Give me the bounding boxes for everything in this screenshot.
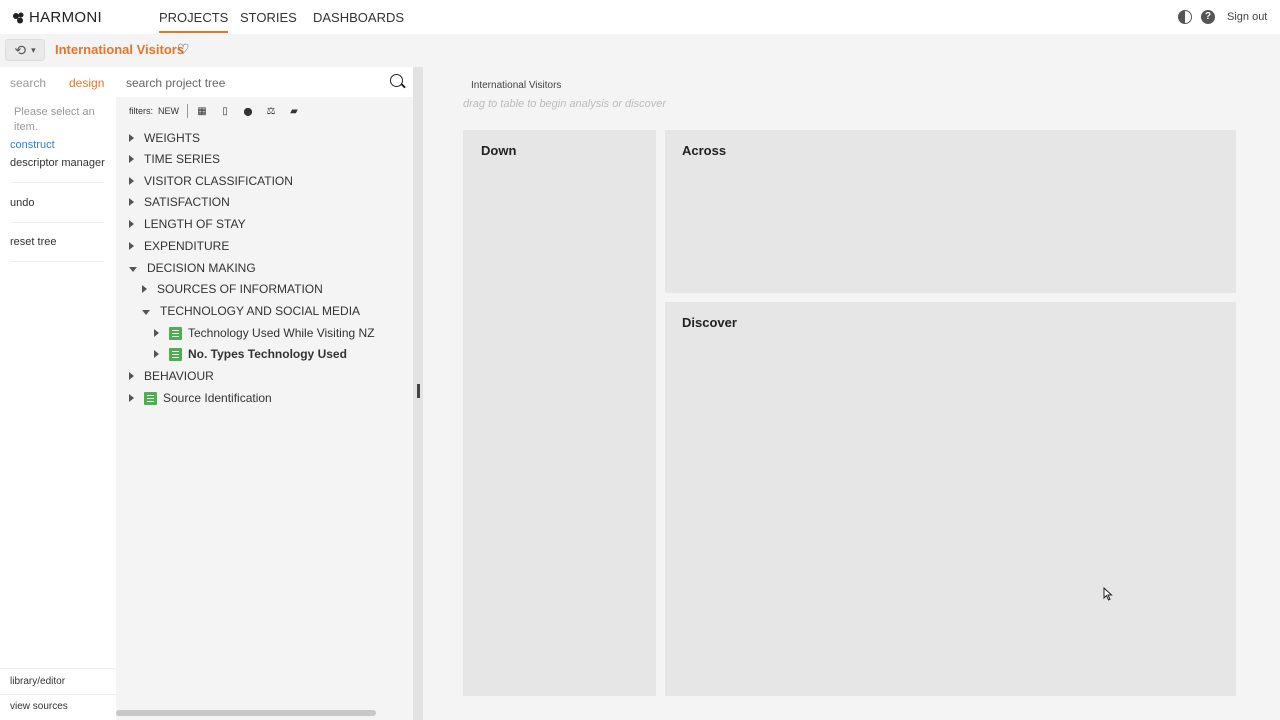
tree-item-technology-used-while-visiting-nz[interactable]: Technology Used While Visiting NZ [154,324,375,342]
tree-horizontal-scrollbar[interactable] [116,710,376,716]
library-editor-link[interactable]: library/editor [0,676,116,687]
column-icon[interactable]: ▯ [217,103,233,119]
tab-search[interactable]: search [10,76,46,90]
variable-icon [144,391,157,405]
tree-item-label: SOURCES OF INFORMATION [157,282,323,296]
caret-right-icon[interactable] [154,350,159,358]
theme-toggle-icon[interactable] [1178,10,1192,24]
tree-item-length-of-stay[interactable]: LENGTH OF STAY [129,215,246,233]
undo-link[interactable]: undo [10,197,34,209]
sign-out-link[interactable]: Sign out [1227,11,1267,23]
caret-right-icon[interactable] [129,242,134,250]
select-item-hint: Please select an item. [14,106,95,133]
favorite-heart-icon[interactable]: ♡ [177,41,190,58]
project-header: ⟲ ▾ International Visitors ♡ [0,34,1280,67]
descriptor-manager-link[interactable]: descriptor manager [10,157,105,169]
tree-item-label: SATISFACTION [144,195,230,209]
caret-right-icon[interactable] [129,134,134,142]
across-drop-zone[interactable]: Across [665,130,1236,293]
tree-item-sources-of-information[interactable]: SOURCES OF INFORMATION [142,280,323,298]
down-drop-zone[interactable]: Down [463,130,656,696]
splitter-handle-icon[interactable] [417,384,420,398]
caret-right-icon[interactable] [129,372,134,380]
tree-item-label: LENGTH OF STAY [144,217,246,231]
grid-icon[interactable]: ▦ [194,103,210,119]
divider [10,261,104,262]
left-sidebar: search design Please select an item. con… [0,67,116,720]
filters-toolbar: filters: NEW ▦ ▯ ⬤ ⚖ ▰ [116,98,413,124]
tree-item-satisfaction[interactable]: SATISFACTION [129,193,230,211]
map-pin-icon[interactable]: ⬤ [240,103,256,119]
view-sources-link[interactable]: view sources [0,701,116,712]
across-label: Across [682,143,727,158]
project-title: International Visitors [55,42,185,57]
harmoni-logo[interactable]: HARMONI [12,9,102,26]
down-label: Down [481,143,517,158]
help-icon[interactable]: ? [1201,10,1215,24]
search-icon[interactable] [390,74,403,87]
stack-icon[interactable]: ▰ [286,103,302,119]
tree-item-label: BEHAVIOUR [144,369,214,383]
caret-right-icon[interactable] [129,394,134,402]
tree-item-source-identification[interactable]: Source Identification [129,389,272,407]
caret-right-icon[interactable] [129,155,134,163]
chevron-down-icon: ▾ [31,44,36,55]
tree-item-behaviour[interactable]: BEHAVIOUR [129,367,214,385]
tree-item-label: Source Identification [163,391,272,405]
tree-item-label: VISITOR CLASSIFICATION [144,174,293,188]
top-nav-bar: HARMONI PROJECTS STORIES DASHBOARDS ? Si… [0,0,1280,34]
divider [0,668,116,669]
panel-splitter[interactable] [413,67,423,720]
analysis-workspace: International Visitors drag to table to … [423,67,1280,720]
caret-right-icon[interactable] [142,285,147,293]
discover-drop-zone[interactable]: Discover [665,302,1236,696]
nav-tab-dashboards[interactable]: DASHBOARDS [313,10,404,25]
project-tree-panel: filters: NEW ▦ ▯ ⬤ ⚖ ▰ WEIGHTS TIME SERI… [116,67,413,720]
caret-down-icon[interactable] [129,266,137,272]
tree-item-label: No. Types Technology Used [188,347,347,361]
tree-search-input[interactable] [126,73,386,93]
reset-tree-link[interactable]: reset tree [10,236,56,248]
caret-right-icon[interactable] [129,220,134,228]
workspace-hint: drag to table to begin analysis or disco… [463,98,667,110]
workspace-title: International Visitors [471,80,562,91]
tree-item-label: TECHNOLOGY AND SOCIAL MEDIA [160,304,361,318]
discover-label: Discover [682,315,737,330]
tree-item-label: Technology Used While Visiting NZ [188,326,375,340]
divider [187,104,189,118]
variable-icon [169,347,182,361]
logo-mark-icon [13,12,24,23]
history-icon: ⟲ [14,41,27,58]
construct-link[interactable]: construct [10,139,55,151]
nav-tab-stories[interactable]: STORIES [240,10,297,25]
history-dropdown-button[interactable]: ⟲ ▾ [5,39,45,61]
divider [10,222,104,223]
balance-icon[interactable]: ⚖ [263,103,279,119]
tab-design[interactable]: design [69,76,104,90]
tree-item-weights[interactable]: WEIGHTS [129,129,200,147]
divider [10,182,104,183]
tree-item-expenditure[interactable]: EXPENDITURE [129,237,229,255]
filter-new-button[interactable]: NEW [158,106,179,116]
caret-down-icon[interactable] [142,309,150,315]
tree-item-decision-making[interactable]: DECISION MAKING [129,259,256,277]
tree-item-time-series[interactable]: TIME SERIES [129,150,220,168]
tree-item-label: EXPENDITURE [144,239,230,253]
divider [0,694,116,695]
tree-item-visitor-classification[interactable]: VISITOR CLASSIFICATION [129,172,293,190]
filters-label: filters: [129,106,154,116]
tree-item-technology-and-social-media[interactable]: TECHNOLOGY AND SOCIAL MEDIA [142,302,360,320]
logo-text: HARMONI [29,9,102,26]
tree-search-bar [116,67,413,97]
tree-item-label: DECISION MAKING [147,261,256,275]
caret-right-icon[interactable] [154,329,159,337]
tree-item-label: TIME SERIES [144,152,221,166]
tree-item-no-types-technology-used[interactable]: No. Types Technology Used [154,345,347,363]
caret-right-icon[interactable] [129,198,134,206]
variable-icon [169,326,182,340]
caret-right-icon[interactable] [129,177,134,185]
nav-tab-projects[interactable]: PROJECTS [159,10,229,33]
tree-item-label: WEIGHTS [144,131,200,145]
mouse-cursor-icon [1103,587,1113,601]
